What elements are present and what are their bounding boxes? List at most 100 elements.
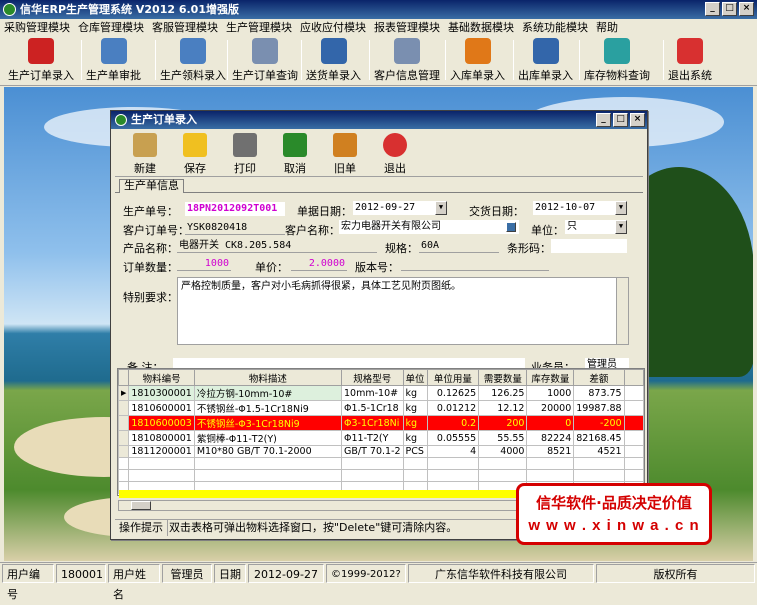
table-row[interactable]: 1810800001 紫铜棒-Φ11-T2(Y) Φ11-T2(Y kg 0.05555… bbox=[118, 430, 644, 446]
table-cell[interactable]: 紫铜棒-Φ11-T2(Y) bbox=[193, 430, 343, 446]
menu-item-8[interactable]: 帮助 bbox=[592, 19, 622, 36]
table-cell[interactable]: 0 bbox=[526, 415, 575, 431]
table-cell[interactable]: 1810600001 bbox=[128, 400, 195, 416]
table-cell[interactable]: 55.55 bbox=[478, 430, 528, 446]
req-scrollbar[interactable] bbox=[616, 278, 628, 344]
toolbar-button-5[interactable]: 客户信息管理 bbox=[374, 38, 440, 84]
menu-item-1[interactable]: 仓库管理模块 bbox=[74, 19, 148, 36]
chevron-down-icon[interactable]: ▼ bbox=[615, 220, 627, 234]
table-cell[interactable]: PCS bbox=[402, 445, 428, 458]
req-textarea[interactable]: 严格控制质量，客户对小毛病抓得很紧，具体工艺见附页图纸。 bbox=[177, 277, 629, 345]
table-cell[interactable]: 82168.45 bbox=[573, 430, 625, 446]
grid-header[interactable]: 差额 bbox=[573, 369, 625, 386]
table-cell[interactable]: 82224 bbox=[526, 430, 575, 446]
toolbar-button-4[interactable]: 送货单录入 bbox=[306, 38, 361, 84]
toolbar-button-6[interactable]: 入库单录入 bbox=[450, 38, 505, 84]
table-cell[interactable]: kg bbox=[402, 400, 428, 416]
grid-header[interactable]: 物料编号 bbox=[128, 369, 195, 386]
grid-header[interactable]: 单位用量 bbox=[426, 369, 480, 386]
table-cell[interactable]: 4000 bbox=[478, 445, 528, 458]
table-cell[interactable]: 1811200001 bbox=[128, 445, 195, 458]
table-cell[interactable]: kg bbox=[402, 415, 428, 431]
table-cell[interactable]: 20000 bbox=[526, 400, 575, 416]
menu-item-3[interactable]: 生产管理模块 bbox=[222, 19, 296, 36]
table-cell[interactable]: -200 bbox=[573, 415, 625, 431]
delivery-date-field[interactable]: 2012-10-07 ▼ bbox=[533, 201, 627, 215]
table-cell[interactable]: 10mm-10# bbox=[341, 385, 404, 401]
table-cell[interactable]: 126.25 bbox=[478, 385, 528, 401]
table-cell[interactable]: 0.01212 bbox=[426, 400, 480, 416]
product-field[interactable]: 电器开关 CK8.205.584 bbox=[177, 239, 377, 253]
toolbar-button-9[interactable]: 退出系统 bbox=[668, 38, 712, 84]
table-cell[interactable]: kg bbox=[402, 385, 428, 401]
price-field[interactable]: 2.0000 bbox=[291, 257, 347, 271]
table-cell[interactable]: kg bbox=[402, 430, 428, 446]
table-cell[interactable]: 19987.88 bbox=[573, 400, 625, 416]
table-row[interactable]: 1811200001 M10*80 GB/T 70.1-2000 GB/T 70.1… bbox=[118, 445, 644, 458]
table-cell[interactable]: 不锈钢丝-Φ3-1Cr18Ni9 bbox=[193, 415, 343, 431]
child-toolbar-button-0[interactable]: 新建 bbox=[123, 131, 167, 176]
toolbar-button-3[interactable]: 生产订单查询 bbox=[232, 38, 298, 84]
table-cell[interactable]: 8521 bbox=[526, 445, 575, 458]
table-cell[interactable]: 冷拉方钢-10mm-10# bbox=[193, 385, 343, 401]
table-cell[interactable]: 1810800001 bbox=[128, 430, 195, 446]
grid-header[interactable]: 物料描述 bbox=[193, 369, 343, 386]
order-no-field[interactable]: 18PN2012092T001 bbox=[185, 202, 285, 216]
table-cell[interactable]: 0.12625 bbox=[426, 385, 480, 401]
unit-select[interactable]: 只 ▼ bbox=[565, 220, 627, 234]
grid-header[interactable]: 库存数量 bbox=[526, 369, 575, 386]
toolbar-button-8[interactable]: 库存物料查询 bbox=[584, 38, 650, 84]
table-cell[interactable]: 1000 bbox=[526, 385, 575, 401]
table-cell[interactable]: GB/T 70.1-2 bbox=[341, 445, 404, 458]
child-maximize-button[interactable]: □ bbox=[613, 113, 628, 127]
table-row[interactable]: ▶ 1810300001 冷拉方钢-10mm-10# 10mm-10# kg 0.1262… bbox=[118, 385, 644, 401]
table-cell[interactable]: 873.75 bbox=[573, 385, 625, 401]
maximize-button[interactable]: □ bbox=[722, 2, 737, 16]
child-toolbar-button-3[interactable]: 取消 bbox=[273, 131, 317, 176]
toolbar-button-1[interactable]: 生产单审批 bbox=[86, 38, 141, 84]
table-cell[interactable]: 1810600003 bbox=[128, 415, 195, 431]
chevron-down-icon[interactable]: ▼ bbox=[435, 201, 447, 215]
table-row[interactable]: 1810600001 不锈钢丝-Φ1.5-1Cr18Ni9 Φ1.5-1Cr18 kg… bbox=[118, 400, 644, 416]
grid-header[interactable]: 需要数量 bbox=[478, 369, 528, 386]
menu-item-7[interactable]: 系统功能模块 bbox=[518, 19, 592, 36]
table-cell[interactable]: 200 bbox=[478, 415, 528, 431]
menu-item-0[interactable]: 采购管理模块 bbox=[0, 19, 74, 36]
table-cell[interactable]: 不锈钢丝-Φ1.5-1Cr18Ni9 bbox=[193, 400, 343, 416]
toolbar-button-0[interactable]: 生产订单录入 bbox=[8, 38, 74, 84]
chevron-down-icon[interactable]: ▼ bbox=[615, 201, 627, 215]
cust-order-field[interactable]: YSK0820418 bbox=[185, 221, 285, 235]
grid-header[interactable]: 单位 bbox=[402, 369, 428, 386]
barcode-field[interactable] bbox=[551, 239, 627, 253]
table-cell[interactable]: Φ3-1Cr18Ni bbox=[341, 415, 404, 431]
grid-header[interactable]: 规格型号 bbox=[341, 369, 404, 386]
scroll-thumb[interactable] bbox=[131, 501, 151, 510]
qty-field[interactable]: 1000 bbox=[177, 257, 231, 271]
cust-name-field[interactable]: 宏力电器开关有限公司 bbox=[339, 220, 519, 234]
table-cell[interactable]: 1810300001 bbox=[128, 385, 195, 401]
table-cell[interactable]: M10*80 GB/T 70.1-2000 bbox=[193, 445, 343, 458]
menu-item-5[interactable]: 报表管理模块 bbox=[370, 19, 444, 36]
child-minimize-button[interactable]: _ bbox=[596, 113, 611, 127]
table-cell[interactable]: 0.05555 bbox=[426, 430, 480, 446]
child-toolbar-button-5[interactable]: 退出 bbox=[373, 131, 417, 176]
child-toolbar-button-2[interactable]: 打印 bbox=[223, 131, 267, 176]
version-field[interactable] bbox=[401, 257, 549, 271]
menu-item-2[interactable]: 客服管理模块 bbox=[148, 19, 222, 36]
menu-item-6[interactable]: 基础数据模块 bbox=[444, 19, 518, 36]
tab-order-info[interactable]: 生产单信息 bbox=[119, 179, 184, 193]
table-cell[interactable]: 12.12 bbox=[478, 400, 528, 416]
doc-date-field[interactable]: 2012-09-27 ▼ bbox=[353, 201, 447, 215]
table-row[interactable]: 1810600003 不锈钢丝-Φ3-1Cr18Ni9 Φ3-1Cr18Ni kg 0.… bbox=[118, 415, 644, 431]
menu-item-4[interactable]: 应收应付模块 bbox=[296, 19, 370, 36]
table-cell[interactable]: 4 bbox=[426, 445, 480, 458]
table-cell[interactable]: Φ1.5-1Cr18 bbox=[341, 400, 404, 416]
table-cell[interactable]: Φ11-T2(Y bbox=[341, 430, 404, 446]
spec-field[interactable]: 60A bbox=[419, 239, 499, 253]
table-cell[interactable]: 4521 bbox=[573, 445, 625, 458]
child-toolbar-button-1[interactable]: 保存 bbox=[173, 131, 217, 176]
child-toolbar-button-4[interactable]: 旧单 bbox=[323, 131, 367, 176]
child-close-button[interactable]: × bbox=[630, 113, 645, 127]
close-button[interactable]: × bbox=[739, 2, 754, 16]
lookup-icon[interactable] bbox=[506, 222, 516, 232]
